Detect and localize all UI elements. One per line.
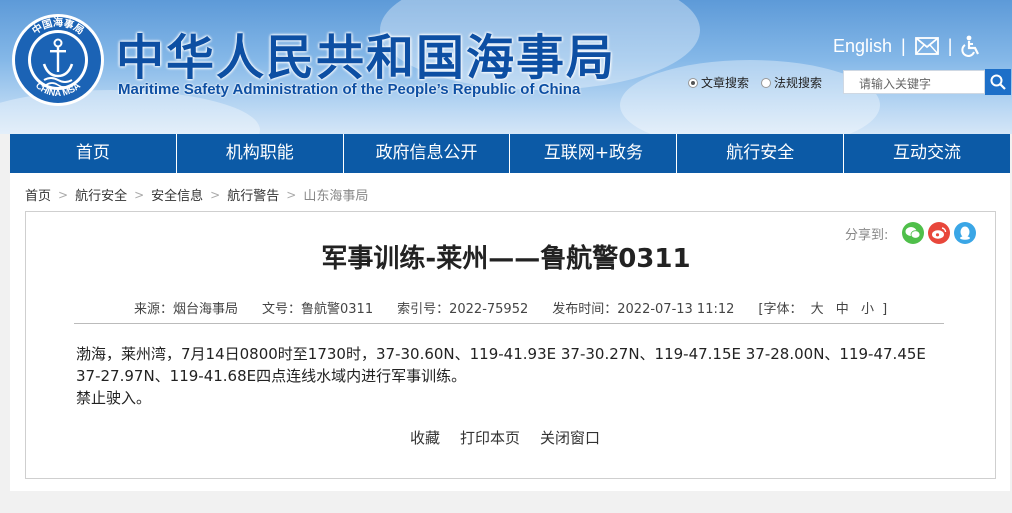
breadcrumb-arrow: > xyxy=(134,187,145,202)
nav-item-internet-gov[interactable]: 互联网+政务 xyxy=(510,134,678,173)
meta-divider xyxy=(74,323,944,324)
meta-index-no: 索引号：2022-75952 xyxy=(397,302,529,317)
font-small-button[interactable]: 小 xyxy=(861,302,874,317)
nav-item-home[interactable]: 首页 xyxy=(10,134,177,173)
article-meta: 来源：烟台海事局 文号：鲁航警0311 索引号：2022-75952 发布时间：… xyxy=(134,298,887,317)
article-title: 军事训练-莱州——鲁航警0311 xyxy=(321,244,691,274)
font-label: [字体： xyxy=(758,302,803,317)
nav-item-navigation-safety[interactable]: 航行安全 xyxy=(677,134,845,173)
breadcrumb-arrow: > xyxy=(210,187,221,202)
breadcrumb-item[interactable]: 航行警告 xyxy=(227,185,279,204)
main-nav: 首页 机构职能 政府信息公开 互联网+政务 航行安全 互动交流 xyxy=(10,134,1010,173)
breadcrumb: 首页 > 航行安全 > 安全信息 > 航行警告 > 山东海事局 xyxy=(25,185,368,205)
breadcrumb-item[interactable]: 航行安全 xyxy=(75,185,127,204)
meta-source: 来源：烟台海事局 xyxy=(134,302,239,317)
mail-icon[interactable] xyxy=(914,37,939,55)
nav-item-functions[interactable]: 机构职能 xyxy=(177,134,344,173)
meta-publish-time: 发布时间：2022-07-13 11:12 xyxy=(552,302,735,317)
breadcrumb-arrow: > xyxy=(58,187,69,202)
font-size-control: [字体： 大 中 小 ] xyxy=(758,298,887,317)
font-large-button[interactable]: 大 xyxy=(811,302,824,317)
radio-icon[interactable] xyxy=(688,78,698,88)
article-paragraph: 禁止驶入。 xyxy=(76,389,152,407)
search-option-laws[interactable]: 法规搜索 xyxy=(761,74,822,91)
separator: | xyxy=(901,35,906,56)
close-window-button[interactable]: 关闭窗口 xyxy=(540,427,600,448)
font-close: ] xyxy=(882,302,888,317)
article-body: 渤海，莱州湾，7月14日0800时至1730时，37-30.60N、119-41… xyxy=(76,343,936,409)
site-header: 中国海事局 CHINA MSA 中华人民共和国海事局 Maritime Safe… xyxy=(0,0,1012,134)
accessibility-icon[interactable] xyxy=(961,35,981,57)
breadcrumb-arrow: > xyxy=(286,187,297,202)
site-title-en: Maritime Safety Administration of the Pe… xyxy=(118,81,581,98)
separator: | xyxy=(947,35,953,56)
msa-emblem-icon[interactable]: 中国海事局 CHINA MSA xyxy=(10,12,106,108)
search-options: 文章搜索 法规搜索 xyxy=(688,74,822,91)
site-title-cn[interactable]: 中华人民共和国海事局 xyxy=(116,18,616,88)
search-option-articles[interactable]: 文章搜索 xyxy=(688,74,749,91)
article-paragraph: 渤海，莱州湾，7月14日0800时至1730时，37-30.60N、119-41… xyxy=(76,345,926,385)
favorite-button[interactable]: 收藏 xyxy=(410,427,440,448)
breadcrumb-item[interactable]: 山东海事局 xyxy=(303,185,368,204)
font-medium-button[interactable]: 中 xyxy=(836,302,849,317)
english-link[interactable]: English xyxy=(833,36,892,57)
meta-doc-no: 文号：鲁航警0311 xyxy=(262,302,374,317)
breadcrumb-item[interactable]: 安全信息 xyxy=(151,185,203,204)
top-links: English | | xyxy=(833,33,981,59)
nav-item-gov-info[interactable]: 政府信息公开 xyxy=(344,134,511,173)
search-input[interactable]: 请输入关键字 xyxy=(843,70,985,94)
breadcrumb-item[interactable]: 首页 xyxy=(25,185,51,204)
search-button[interactable] xyxy=(985,69,1011,95)
print-button[interactable]: 打印本页 xyxy=(460,427,520,448)
search-icon xyxy=(990,74,1006,90)
radio-icon[interactable] xyxy=(761,78,772,88)
nav-item-interaction[interactable]: 互动交流 xyxy=(844,134,1010,173)
breadcrumb-bar: 首页 > 航行安全 > 安全信息 > 航行警告 > 山东海事局 xyxy=(10,173,1010,213)
article-actions: 收藏 打印本页 关闭窗口 xyxy=(410,427,600,448)
